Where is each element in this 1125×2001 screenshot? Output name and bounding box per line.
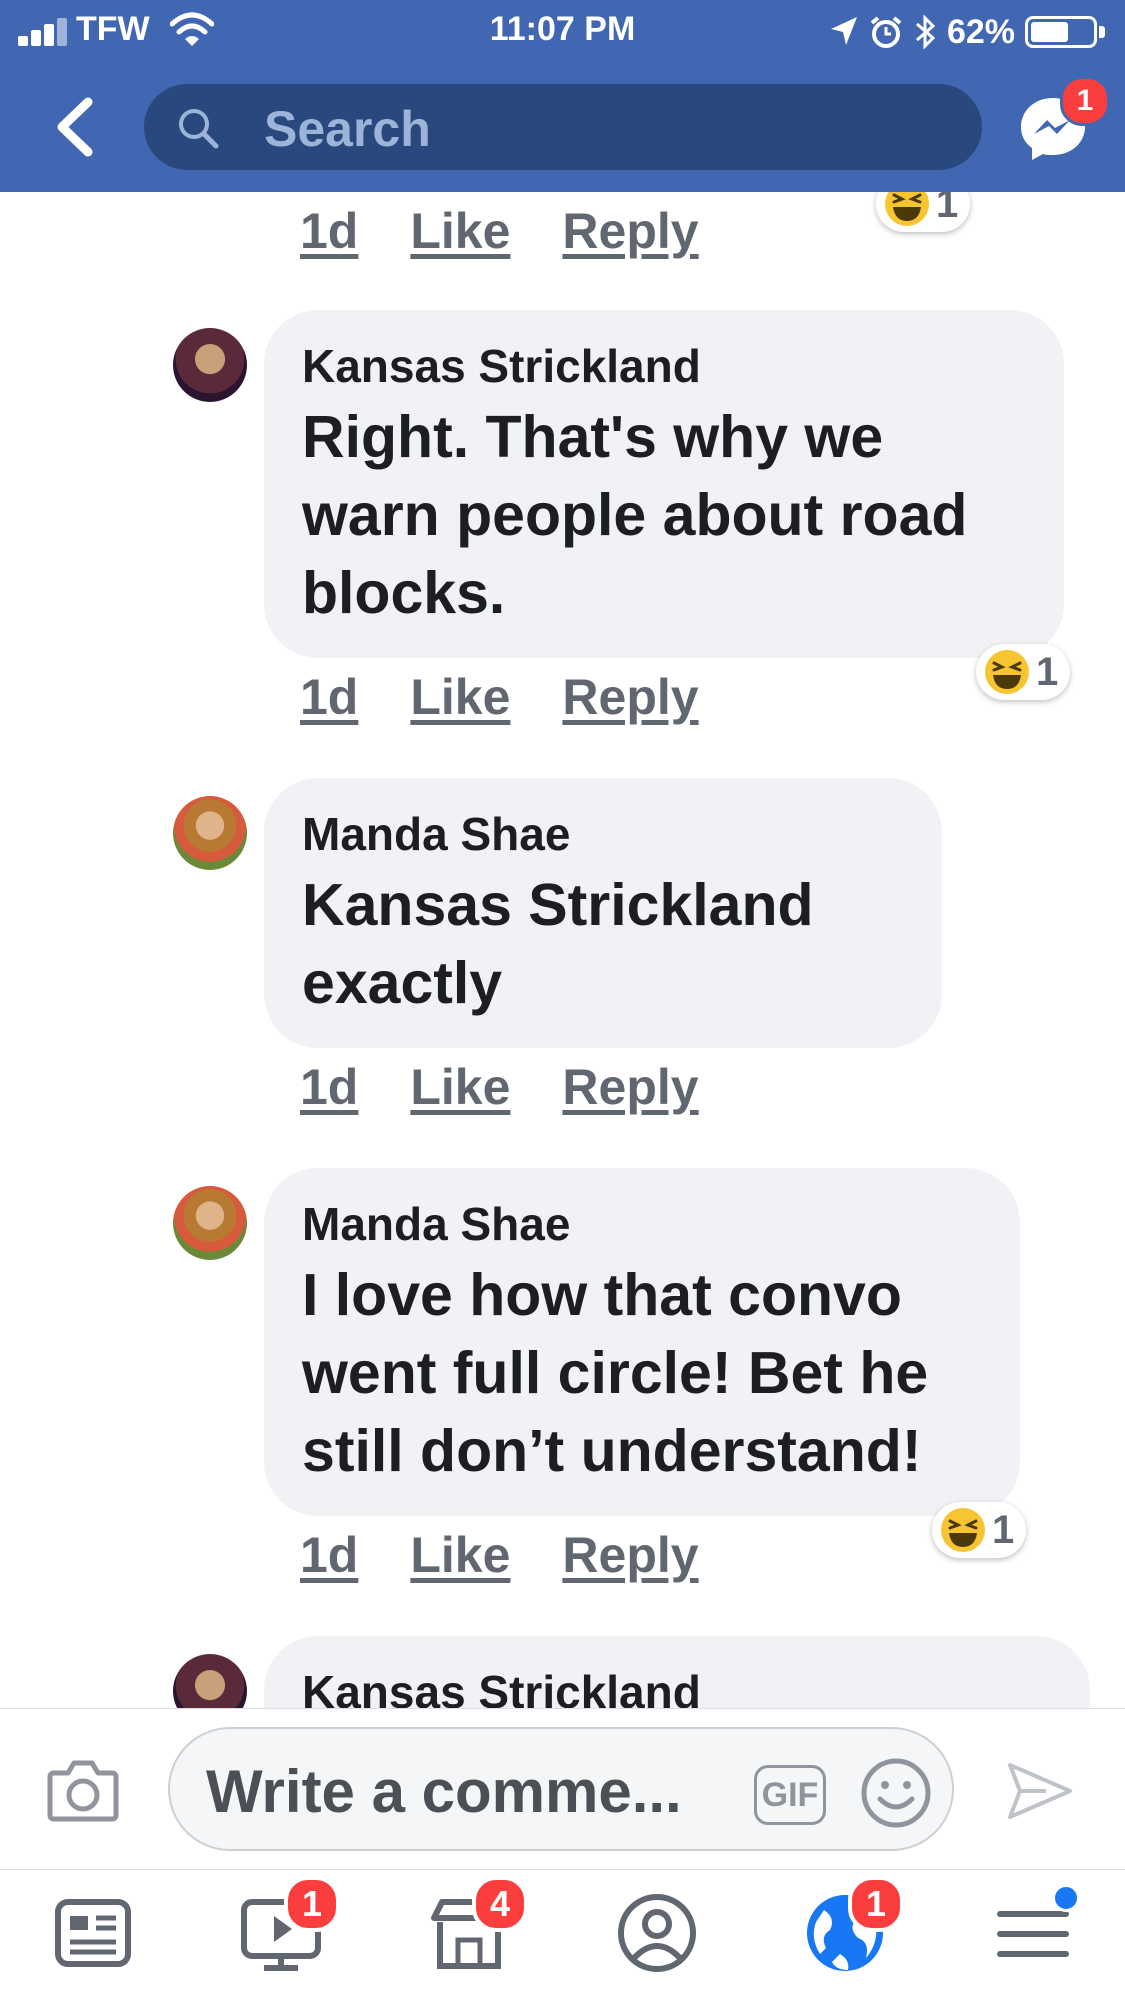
comment-actions: 1d Like Reply xyxy=(300,668,699,728)
bluetooth-icon xyxy=(915,14,936,50)
comment-input[interactable]: Write a comme... GIF xyxy=(168,1727,954,1851)
marketplace-badge: 4 xyxy=(472,1876,528,1932)
status-right: 62% xyxy=(829,10,1105,54)
haha-reaction-icon xyxy=(885,192,929,226)
comment-bubble[interactable]: Kansas Strickland xyxy=(264,1636,1090,1708)
comment-bubble[interactable]: Manda Shae Kansas Strickland exactly xyxy=(264,778,942,1048)
search-icon xyxy=(179,109,219,149)
emoji-icon[interactable] xyxy=(860,1757,932,1829)
reaction-summary[interactable]: 1 xyxy=(932,1502,1027,1558)
send-icon[interactable] xyxy=(1006,1759,1074,1823)
reply-link[interactable]: Reply xyxy=(562,202,698,262)
location-arrow-icon xyxy=(830,17,857,45)
comment-placeholder: Write a comme... xyxy=(206,1758,682,1825)
comment-author[interactable]: Manda Shae xyxy=(302,1196,982,1252)
comment-actions: 1d Like Reply xyxy=(300,1058,699,1118)
comment-timestamp[interactable]: 1d xyxy=(300,1058,358,1118)
comment-text: Kansas Strickland exactly xyxy=(302,866,904,1022)
back-chevron-icon[interactable] xyxy=(50,96,96,158)
news-feed-icon xyxy=(55,1899,131,1967)
haha-reaction-icon xyxy=(985,650,1029,694)
reaction-summary[interactable]: 1 xyxy=(876,192,971,232)
like-link[interactable]: Like xyxy=(410,202,510,262)
comment-author[interactable]: Kansas Strickland xyxy=(302,1664,1052,1708)
like-link[interactable]: Like xyxy=(410,668,510,728)
comment-text: Right. That's why we warn people about r… xyxy=(302,404,968,626)
tab-news-feed[interactable] xyxy=(48,1888,138,1978)
camera-icon[interactable] xyxy=(46,1757,120,1823)
avatar[interactable] xyxy=(173,1186,247,1260)
battery-icon xyxy=(1025,16,1097,48)
top-bar: TFW 11:07 PM 62% Search 1 xyxy=(0,0,1125,192)
avatar[interactable] xyxy=(173,1654,247,1708)
gif-button[interactable]: GIF xyxy=(754,1765,826,1825)
profile-icon xyxy=(618,1894,696,1972)
tab-bar: 1 4 1 xyxy=(0,1870,1125,2001)
reply-link[interactable]: Reply xyxy=(562,1526,698,1586)
comment-author[interactable]: Manda Shae xyxy=(302,806,904,862)
comment-timestamp[interactable]: 1d xyxy=(300,668,358,728)
reaction-count: 1 xyxy=(936,192,959,226)
comment-composer: Write a comme... GIF xyxy=(0,1708,1125,1870)
menu-notification-dot xyxy=(1052,1884,1080,1912)
reaction-summary[interactable]: 1 xyxy=(976,644,1071,700)
reaction-count: 1 xyxy=(992,1507,1015,1552)
comment-text-body: exactly xyxy=(302,950,503,1016)
reply-link[interactable]: Reply xyxy=(562,1058,698,1118)
reply-link[interactable]: Reply xyxy=(562,668,698,728)
avatar[interactable] xyxy=(173,328,247,402)
notifications-badge: 1 xyxy=(848,1876,904,1932)
reaction-count: 1 xyxy=(1036,649,1059,694)
search-placeholder: Search xyxy=(264,101,431,157)
like-link[interactable]: Like xyxy=(410,1526,510,1586)
comment-author[interactable]: Kansas Strickland xyxy=(302,338,1026,394)
like-link[interactable]: Like xyxy=(410,1058,510,1118)
comments-feed[interactable]: 1d Like Reply 1 Kansas Strickland Right.… xyxy=(0,192,1125,1708)
watch-badge: 1 xyxy=(284,1876,340,1932)
battery-percent: 62% xyxy=(946,12,1015,51)
search-input[interactable]: Search xyxy=(144,84,982,170)
tab-profile[interactable] xyxy=(612,1888,702,1978)
comment-bubble[interactable]: Kansas Strickland Right. That's why we w… xyxy=(264,310,1064,658)
messenger-badge: 1 xyxy=(1060,76,1110,126)
status-bar: TFW 11:07 PM 62% xyxy=(0,0,1125,64)
comment-bubble[interactable]: Manda Shae I love how that convo went fu… xyxy=(264,1168,1020,1516)
haha-reaction-icon xyxy=(941,1508,985,1552)
avatar[interactable] xyxy=(173,796,247,870)
comment-timestamp[interactable]: 1d xyxy=(300,1526,358,1586)
alarm-icon xyxy=(870,16,902,48)
comment-actions: 1d Like Reply xyxy=(300,202,699,262)
comment-text: I love how that convo went full circle! … xyxy=(302,1262,929,1484)
comment-actions: 1d Like Reply xyxy=(300,1526,699,1586)
mention-link[interactable]: Kansas Strickland xyxy=(302,872,814,938)
comment-timestamp[interactable]: 1d xyxy=(300,202,358,262)
